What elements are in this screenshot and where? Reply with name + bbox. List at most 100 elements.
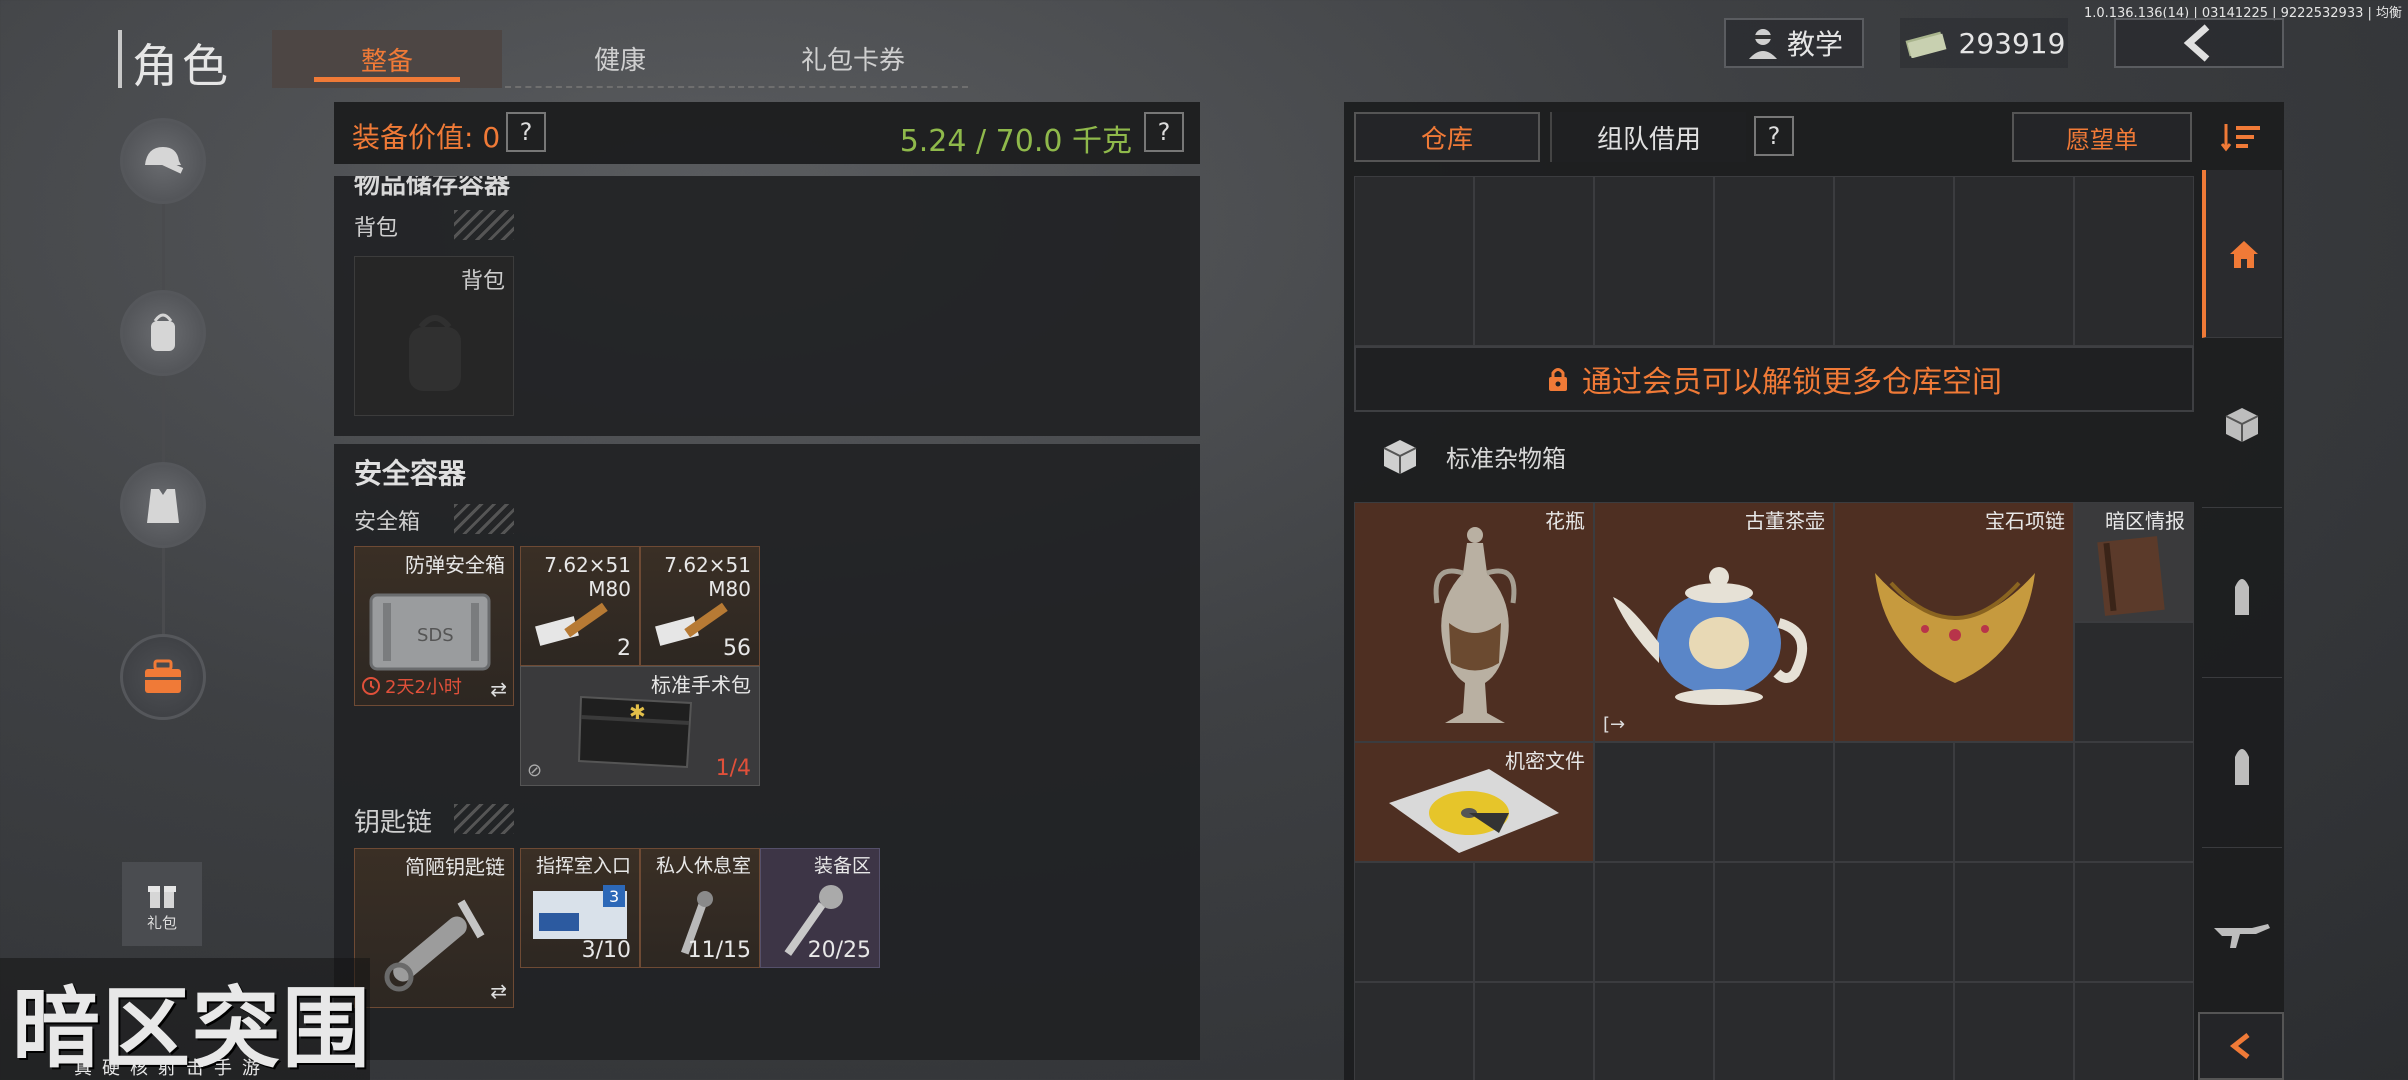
surgical-kit-icon: ✱ xyxy=(577,695,693,769)
unlock-banner[interactable]: 通过会员可以解锁更多仓库空间 xyxy=(1354,346,2194,412)
section-hatch-decoration xyxy=(454,210,514,240)
grid-cell[interactable] xyxy=(1354,862,1474,982)
tutorial-label: 教学 xyxy=(1786,28,1843,61)
grid-cell[interactable] xyxy=(1954,862,2074,982)
grid-cell[interactable] xyxy=(1474,862,1594,982)
item-secure-case[interactable]: 防弹安全箱 SDS 2天2小时 ⇄ xyxy=(354,546,514,706)
swap-icon[interactable]: ⇄ xyxy=(490,979,507,1003)
grid-cell[interactable] xyxy=(1594,742,1714,862)
gift-pack-button[interactable]: 礼包 xyxy=(122,862,202,946)
secure-container-panel: 安全容器 安全箱 防弹安全箱 SDS 2天2小时 ⇄ 7.62×51 M80 2 xyxy=(334,444,1200,1060)
item-classified-file[interactable]: 机密文件 xyxy=(1354,742,1594,862)
grid-cell[interactable] xyxy=(1594,176,1714,346)
page-title: 角色 xyxy=(132,39,232,93)
item-key-command-room[interactable]: 指挥室入口 3 3/10 xyxy=(520,848,640,968)
sidebar-item-weapons[interactable] xyxy=(120,118,206,204)
keychain-section-label: 钥匙链 xyxy=(354,808,433,838)
backpack-section-label: 背包 xyxy=(354,216,399,241)
rightnav-home[interactable] xyxy=(2202,170,2282,338)
grid-cell[interactable] xyxy=(1354,176,1474,346)
grid-cell[interactable] xyxy=(2074,622,2194,742)
container-header: 标准杂物箱 xyxy=(1378,434,1566,478)
back-button[interactable] xyxy=(2114,18,2284,68)
grid-cell[interactable] xyxy=(2074,982,2194,1080)
item-count: 20/25 xyxy=(807,938,871,963)
grid-cell[interactable] xyxy=(2074,176,2194,346)
sidebar-item-backpack[interactable] xyxy=(120,290,206,376)
tab-equip[interactable]: 整备 xyxy=(272,30,502,88)
grid-cell[interactable] xyxy=(1354,982,1474,1080)
storage-header: 物品储存容器 xyxy=(354,176,511,200)
tab-gift-cards[interactable]: 礼包卡券 xyxy=(738,30,968,88)
storage-grid-top xyxy=(1354,176,2194,346)
grid-cell[interactable] xyxy=(1714,176,1834,346)
rightnav-crate[interactable] xyxy=(2202,340,2282,508)
grid-cell[interactable] xyxy=(2074,742,2194,862)
grid-cell[interactable] xyxy=(1954,742,2074,862)
rightnav-weapons[interactable] xyxy=(2202,850,2282,1018)
weight-help-button[interactable]: ? xyxy=(1144,112,1184,152)
gift-pack-label: 礼包 xyxy=(146,913,177,932)
disk-icon xyxy=(1389,769,1559,853)
grid-cell[interactable] xyxy=(1714,862,1834,982)
equip-value-help-button[interactable]: ? xyxy=(506,112,546,152)
item-count: 2 xyxy=(617,636,631,661)
item-surgical-kit[interactable]: 标准手术包 ✱ ⊘ 1/4 xyxy=(520,666,760,786)
item-name: 暗区情报 xyxy=(2105,509,2185,533)
tab-active-underline xyxy=(314,77,460,82)
item-ammo-1[interactable]: 7.62×51 M80 2 xyxy=(520,546,640,666)
item-name: 花瓶 xyxy=(1545,509,1585,533)
item-ammo-2[interactable]: 7.62×51 M80 56 xyxy=(640,546,760,666)
item-teapot[interactable]: 古董茶壶 [→ xyxy=(1594,502,1834,742)
wishlist-button[interactable]: 愿望单 xyxy=(2012,112,2192,162)
collapse-left-icon xyxy=(2229,1033,2250,1059)
grid-cell[interactable] xyxy=(1834,982,1954,1080)
grid-cell[interactable] xyxy=(1594,982,1714,1080)
item-keychain[interactable]: 简陋钥匙链 ⇄ xyxy=(354,848,514,1008)
sidebar-item-containers[interactable] xyxy=(120,634,206,720)
grid-cell[interactable] xyxy=(1594,862,1714,982)
clock-icon xyxy=(362,677,380,695)
item-name: 古董茶壶 xyxy=(1745,509,1825,533)
sort-button[interactable] xyxy=(2214,114,2270,160)
sidebar-item-vest[interactable] xyxy=(120,462,206,548)
grid-cell[interactable] xyxy=(1954,982,2074,1080)
tab-team-borrow[interactable]: 组队借用 xyxy=(1550,112,1746,162)
item-name: 指挥室入口 xyxy=(535,855,631,877)
item-key-private-lounge[interactable]: 私人休息室 11/15 xyxy=(640,848,760,968)
grid-cell[interactable] xyxy=(1834,862,1954,982)
swap-icon[interactable]: ⇄ xyxy=(490,677,507,701)
warehouse-help-button[interactable]: ? xyxy=(1754,116,1794,156)
grid-cell[interactable] xyxy=(1834,742,1954,862)
item-vase[interactable]: 花瓶 xyxy=(1354,502,1594,742)
svg-text:3: 3 xyxy=(609,887,619,906)
tutorial-button[interactable]: 教学 xyxy=(1724,18,1864,68)
grid-cell[interactable] xyxy=(1474,176,1594,346)
no-pickup-icon: ⊘ xyxy=(527,760,543,781)
grid-cell[interactable] xyxy=(2074,862,2194,982)
tab-health[interactable]: 健康 xyxy=(505,30,735,88)
currency-display: 293919 xyxy=(1900,18,2068,68)
item-key-equipment-area[interactable]: 装备区 20/25 xyxy=(760,848,880,968)
lock-icon xyxy=(1549,368,1567,391)
tab-health-label: 健康 xyxy=(593,45,646,76)
item-darkzone-intel[interactable]: 暗区情报 xyxy=(2074,502,2194,622)
exit-icon: [→ xyxy=(1603,714,1626,735)
grid-cell[interactable] xyxy=(1714,982,1834,1080)
ammo-box-icon xyxy=(535,602,608,646)
rightnav-ammo-2[interactable] xyxy=(2202,680,2282,848)
grid-cell[interactable] xyxy=(1954,176,2074,346)
tab-storage[interactable]: 仓库 xyxy=(1354,112,1540,162)
backpack-slot[interactable]: 背包 xyxy=(354,256,514,416)
grid-cell[interactable] xyxy=(1474,982,1594,1080)
helmet-gun-icon xyxy=(145,147,184,174)
sort-icon xyxy=(2220,124,2260,152)
rightnav-ammo-1[interactable] xyxy=(2202,510,2282,678)
secure-case-icon: SDS xyxy=(369,593,491,671)
item-count: 1/4 xyxy=(715,756,751,781)
collapse-panel-button[interactable] xyxy=(2198,1012,2284,1080)
item-gem-necklace[interactable]: 宝石项链 xyxy=(1834,502,2074,742)
grid-cell[interactable] xyxy=(1834,176,1954,346)
grid-cell[interactable] xyxy=(1714,742,1834,862)
backpack-slot-label: 背包 xyxy=(460,269,505,294)
